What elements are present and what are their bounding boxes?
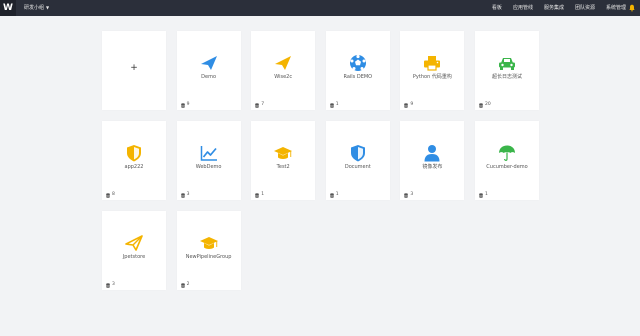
pipeline-count: 3 bbox=[180, 192, 190, 198]
pipeline-count: 9 bbox=[404, 102, 413, 108]
printer-icon bbox=[424, 56, 441, 71]
app-logo[interactable]: W bbox=[0, 0, 16, 16]
nav-item-system-admin[interactable]: 系统管理 bbox=[606, 3, 626, 13]
pipeline-count-value: 3 bbox=[410, 192, 414, 197]
project-name: Demo bbox=[201, 74, 217, 80]
project-name: WebDemo bbox=[195, 164, 222, 170]
pipeline-count: 1 bbox=[329, 102, 339, 108]
project-name: Test2 bbox=[276, 164, 290, 170]
pipeline-count-value: 1 bbox=[485, 192, 488, 197]
database-icon bbox=[329, 102, 334, 108]
pipeline-count-value: 1 bbox=[335, 192, 339, 197]
pipeline-count-value: 8 bbox=[112, 192, 115, 197]
project-name: app222 bbox=[124, 164, 144, 170]
top-navbar: W 研发小组 ▼ 看板 应用管线 服务集成 团队资源 系统管理 bbox=[0, 0, 640, 16]
database-icon bbox=[180, 282, 185, 288]
project-card[interactable]: Demo 9 bbox=[176, 31, 241, 110]
project-name: Cucumber-demo bbox=[486, 164, 528, 170]
pipeline-count: 1 bbox=[479, 192, 488, 198]
project-name: Jpetstore bbox=[122, 254, 146, 260]
project-card[interactable]: NewPipelineGroup 2 bbox=[176, 211, 241, 290]
paper-plane-icon bbox=[200, 56, 217, 70]
project-card[interactable]: Cucumber-demo 1 bbox=[475, 121, 539, 200]
shield-icon bbox=[350, 145, 365, 162]
database-icon bbox=[255, 102, 260, 108]
database-icon bbox=[255, 192, 260, 198]
database-icon bbox=[329, 192, 334, 198]
team-switcher[interactable]: 研发小组 ▼ bbox=[24, 3, 49, 13]
main-nav: 看板 应用管线 服务集成 团队资源 系统管理 bbox=[492, 3, 626, 13]
database-icon bbox=[404, 192, 409, 198]
database-icon bbox=[106, 192, 110, 198]
line-chart-icon bbox=[200, 146, 217, 161]
project-card[interactable]: app222 8 bbox=[102, 121, 166, 200]
bell-icon[interactable] bbox=[628, 4, 636, 12]
pipeline-count: 3 bbox=[404, 192, 413, 198]
pipeline-count-value: 3 bbox=[112, 282, 115, 287]
pipeline-count-value: 1 bbox=[335, 102, 339, 107]
team-label: 研发小组 bbox=[24, 5, 45, 11]
pipeline-count: 9 bbox=[180, 102, 190, 108]
car-icon bbox=[499, 58, 515, 70]
project-card[interactable]: WebDemo 3 bbox=[176, 121, 241, 200]
project-name: Wise2c bbox=[274, 74, 293, 80]
pipeline-count-value: 9 bbox=[410, 102, 414, 107]
nav-item-pipelines[interactable]: 应用管线 bbox=[513, 3, 533, 13]
pipeline-count: 2 bbox=[180, 282, 190, 288]
soccer-ball-icon bbox=[349, 54, 366, 71]
paper-plane-icon bbox=[275, 56, 292, 70]
nav-item-integrations[interactable]: 服务集成 bbox=[544, 3, 564, 13]
database-icon bbox=[180, 102, 185, 108]
project-card[interactable]: Python 代码重构 9 bbox=[400, 31, 465, 110]
chevron-down-icon: ▼ bbox=[46, 5, 50, 10]
project-name: Rails DEMO bbox=[343, 74, 373, 80]
paper-plane-outline-icon bbox=[125, 235, 143, 251]
umbrella-icon bbox=[499, 145, 515, 161]
plus-icon: + bbox=[130, 63, 138, 73]
project-name: Document bbox=[344, 164, 371, 170]
project-card[interactable]: Rails DEMO 1 bbox=[325, 31, 390, 110]
pipeline-count-value: 2 bbox=[186, 282, 190, 287]
pipeline-count-value: 1 bbox=[261, 192, 265, 197]
database-icon bbox=[479, 192, 483, 198]
project-card[interactable]: Test2 1 bbox=[251, 121, 316, 200]
project-name: 超长日志测试 bbox=[491, 74, 522, 80]
project-name: NewPipelineGroup bbox=[185, 254, 232, 260]
project-card[interactable]: 超长日志测试 20 bbox=[475, 31, 539, 110]
database-icon bbox=[106, 282, 110, 288]
project-card[interactable]: Jpetstore 3 bbox=[102, 211, 166, 290]
pipeline-count: 8 bbox=[106, 192, 115, 198]
pipeline-count: 1 bbox=[329, 192, 339, 198]
pipeline-count-value: 7 bbox=[261, 102, 265, 107]
database-icon bbox=[404, 102, 409, 108]
pipeline-count: 7 bbox=[255, 102, 264, 108]
pipeline-count-value: 20 bbox=[485, 102, 491, 107]
database-icon bbox=[479, 102, 483, 108]
shield-icon bbox=[127, 145, 141, 162]
database-icon bbox=[180, 192, 185, 198]
pipeline-count: 3 bbox=[106, 282, 115, 288]
pipeline-count: 20 bbox=[479, 102, 491, 108]
pipeline-count: 1 bbox=[255, 192, 264, 198]
graduation-cap-icon bbox=[274, 147, 293, 159]
project-card[interactable]: Document 1 bbox=[325, 121, 390, 200]
user-icon bbox=[424, 145, 440, 162]
project-name: 镜像发布 bbox=[422, 164, 443, 170]
pipeline-count-value: 3 bbox=[186, 192, 190, 197]
nav-item-team-resources[interactable]: 团队资源 bbox=[575, 3, 595, 13]
add-project-card[interactable]: + bbox=[102, 31, 166, 110]
graduation-cap-icon bbox=[199, 237, 218, 249]
nav-item-dashboard[interactable]: 看板 bbox=[492, 3, 502, 13]
pipeline-count-value: 9 bbox=[186, 102, 190, 107]
project-card[interactable]: Wise2c 7 bbox=[251, 31, 316, 110]
project-name: Python 代码重构 bbox=[412, 74, 452, 80]
project-card[interactable]: 镜像发布 3 bbox=[400, 121, 465, 200]
